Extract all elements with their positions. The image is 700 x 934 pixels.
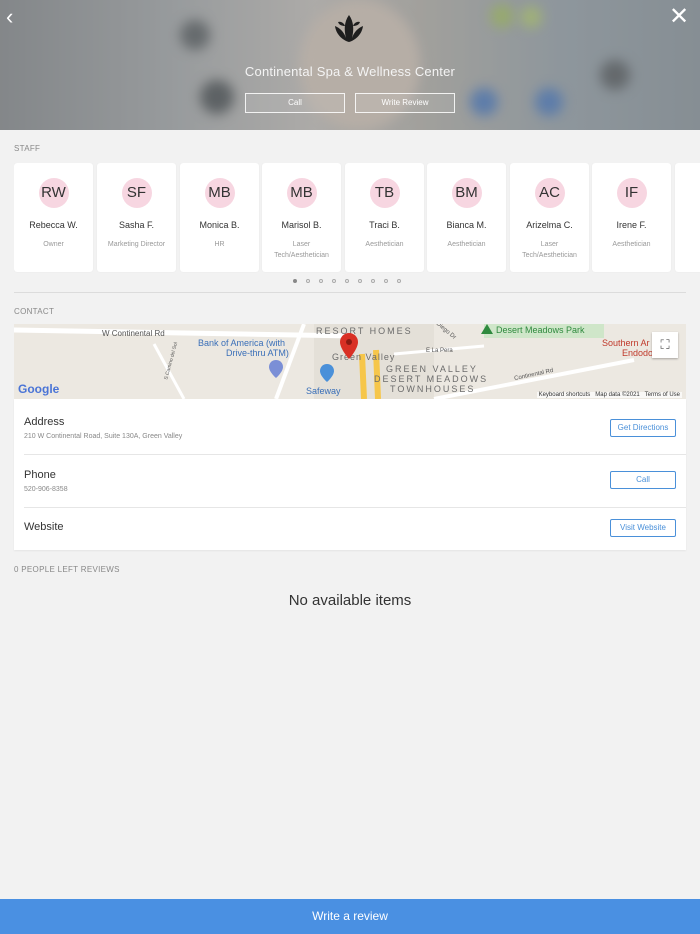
staff-role: HR	[214, 241, 225, 248]
pager-dot[interactable]	[319, 279, 323, 283]
avatar: BM	[451, 178, 482, 208]
phone-row: Phone 520-906-8358 Call	[14, 454, 686, 507]
staff-card[interactable]: MB Monica B. HR	[180, 163, 259, 272]
shopping-poi-icon	[320, 364, 334, 382]
staff-role: Laser Tech/Aesthetician	[274, 241, 329, 259]
address-title: Address	[24, 416, 65, 428]
staff-card-partial[interactable]	[675, 163, 700, 272]
terms-link[interactable]: Terms of Use	[645, 392, 680, 398]
back-chevron-icon[interactable]: ‹	[6, 6, 26, 28]
location-map[interactable]: W Continental Rd Bank of America (with D…	[14, 324, 686, 399]
address-value: 210 W Continental Road, Suite 130A, Gree…	[24, 433, 183, 440]
staff-role: Aesthetician	[365, 241, 404, 248]
avatar: SF	[121, 178, 152, 208]
staff-card[interactable]: AC Arizelma C. Laser Tech/Aesthetician	[510, 163, 589, 272]
map-label: Bank of America (with	[198, 338, 286, 348]
pager-dot[interactable]	[332, 279, 336, 283]
contact-section-label: CONTACT	[14, 307, 55, 316]
map-data-text: Map data ©2021	[595, 392, 640, 398]
staff-name: Sasha F.	[118, 220, 155, 230]
google-logo: Google	[18, 382, 60, 396]
map-label: E La Pera	[426, 348, 453, 354]
staff-carousel[interactable]: RW Rebecca W. Owner SF Sasha F. Marketin…	[14, 163, 700, 273]
staff-card[interactable]: SF Sasha F. Marketing Director	[97, 163, 176, 272]
carousel-pager[interactable]	[293, 279, 401, 285]
park-poi-icon	[481, 324, 493, 334]
map-label: RESORT HOMES	[316, 326, 413, 336]
avatar: MB	[286, 178, 317, 208]
avatar: IF	[616, 178, 647, 208]
staff-name: Traci B.	[369, 220, 400, 230]
address-row: Address 210 W Continental Road, Suite 13…	[14, 399, 686, 454]
staff-card[interactable]: MB Marisol B. Laser Tech/Aesthetician	[262, 163, 341, 272]
pager-dot[interactable]	[397, 279, 401, 283]
map-attribution: Keyboard shortcuts Map data ©2021 Terms …	[536, 392, 682, 398]
map-label: Endodo	[622, 348, 654, 358]
map-label: TOWNHOUSES	[390, 384, 476, 394]
map-label: GREEN VALLEY	[386, 364, 478, 374]
website-title: Website	[24, 521, 64, 533]
website-row: Website Visit Website	[14, 507, 686, 550]
staff-card[interactable]: TB Traci B. Aesthetician	[345, 163, 424, 272]
avatar: MB	[204, 178, 235, 208]
staff-section-label: STAFF	[14, 144, 41, 153]
staff-role: Aesthetician	[447, 241, 486, 248]
hero-banner: ‹ ✕ Continental Spa & Wellness Center Ca…	[0, 0, 700, 130]
staff-role: Aesthetician	[612, 241, 651, 248]
section-divider	[14, 292, 686, 293]
map-label: Southern Ar	[602, 338, 650, 348]
staff-role: Owner	[43, 241, 64, 248]
call-button[interactable]: Call	[610, 471, 676, 489]
phone-title: Phone	[24, 469, 56, 481]
get-directions-button[interactable]: Get Directions	[610, 419, 676, 437]
bank-poi-icon	[269, 360, 283, 378]
contact-card: Address 210 W Continental Road, Suite 13…	[14, 399, 686, 550]
avatar: TB	[369, 178, 400, 208]
staff-card[interactable]: IF Irene F. Aesthetician	[592, 163, 671, 272]
phone-value[interactable]: 520-906-8358	[24, 486, 68, 493]
hero-call-button[interactable]: Call	[245, 93, 345, 113]
close-icon[interactable]: ✕	[668, 5, 690, 29]
staff-role: Marketing Director	[107, 241, 166, 248]
hero-write-review-button[interactable]: Write Review	[355, 93, 455, 113]
staff-role: Laser Tech/Aesthetician	[522, 241, 577, 259]
map-label: DESERT MEADOWS	[374, 374, 489, 384]
staff-card[interactable]: RW Rebecca W. Owner	[14, 163, 93, 272]
map-pin-icon[interactable]	[340, 333, 358, 359]
keyboard-shortcuts-link[interactable]: Keyboard shortcuts	[539, 392, 591, 398]
map-label: Drive-thru ATM)	[226, 348, 289, 358]
pager-dot[interactable]	[293, 279, 297, 283]
avatar: RW	[38, 178, 69, 208]
reviews-section-label: 0 PEOPLE LEFT REVIEWS	[14, 565, 120, 574]
staff-name: Bianca M.	[446, 220, 487, 230]
map-label: Safeway	[306, 386, 341, 396]
staff-name: Arizelma C.	[526, 220, 573, 230]
staff-name: Irene F.	[616, 220, 647, 230]
map-label: Desert Meadows Park	[496, 325, 585, 335]
staff-name: Rebecca W.	[29, 220, 78, 230]
write-review-button[interactable]: Write a review	[0, 899, 700, 934]
staff-name: Monica B.	[199, 220, 240, 230]
staff-name: Marisol B.	[281, 220, 322, 230]
pager-dot[interactable]	[345, 279, 349, 283]
pager-dot[interactable]	[384, 279, 388, 283]
empty-reviews-text: No available items	[288, 592, 412, 609]
pager-dot[interactable]	[306, 279, 310, 283]
fullscreen-icon[interactable]: ⛶	[652, 332, 678, 358]
pager-dot[interactable]	[358, 279, 362, 283]
lotus-logo-icon	[335, 15, 363, 42]
visit-website-button[interactable]: Visit Website	[610, 519, 676, 537]
pager-dot[interactable]	[371, 279, 375, 283]
map-label: W Continental Rd	[102, 329, 165, 338]
avatar: AC	[534, 178, 565, 208]
business-name: Continental Spa & Wellness Center	[244, 64, 456, 79]
staff-card[interactable]: BM Bianca M. Aesthetician	[427, 163, 506, 272]
